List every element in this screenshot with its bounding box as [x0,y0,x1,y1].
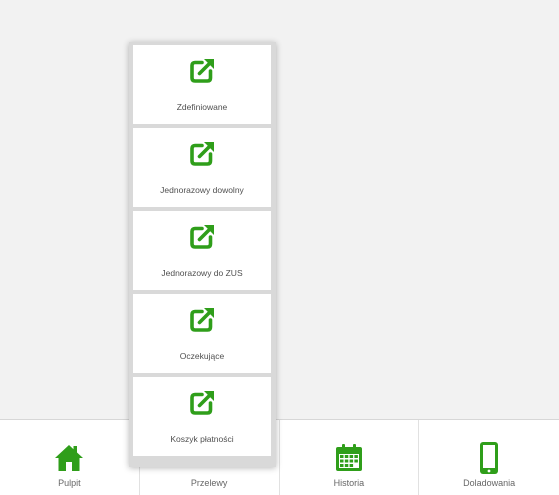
nav-item-pulpit[interactable]: Pulpit [0,420,140,495]
menu-item-jednorazowy-do-zus[interactable]: Jednorazowy do ZUS [133,211,271,290]
smartphone-icon [469,438,509,478]
menu-item-jednorazowy-dowolny[interactable]: Jednorazowy dowolny [133,128,271,207]
menu-item-oczekujace[interactable]: Oczekujące [133,294,271,373]
nav-label-pulpit: Pulpit [58,478,81,488]
screen: Pulpit Przelewy Historia Doladowania Zde… [0,0,559,495]
external-link-icon [190,142,214,166]
menu-item-koszyk-platnosci[interactable]: Koszyk płatności [133,377,271,456]
calendar-icon [329,438,369,478]
external-link-icon [190,391,214,415]
menu-label: Jednorazowy dowolny [160,185,244,195]
external-link-icon [190,225,214,249]
menu-label: Koszyk płatności [170,434,234,444]
nav-label-doladowania: Doladowania [463,478,516,488]
external-link-icon [190,59,214,83]
menu-label: Jednorazowy do ZUS [161,268,243,278]
nav-label-historia: Historia [333,478,365,488]
bottom-navigation: Pulpit Przelewy Historia Doladowania [0,419,559,495]
przelewy-submenu: Zdefiniowane Jednorazowy dowolny Jednora… [129,42,276,467]
menu-label: Zdefiniowane [176,102,228,112]
menu-label: Oczekujące [179,351,225,361]
external-link-icon [190,308,214,332]
home-icon [49,438,89,478]
nav-label-przelewy: Przelewy [190,478,228,488]
nav-item-historia[interactable]: Historia [280,420,420,495]
menu-item-zdefiniowane[interactable]: Zdefiniowane [133,45,271,124]
nav-item-doladowania[interactable]: Doladowania [419,420,559,495]
